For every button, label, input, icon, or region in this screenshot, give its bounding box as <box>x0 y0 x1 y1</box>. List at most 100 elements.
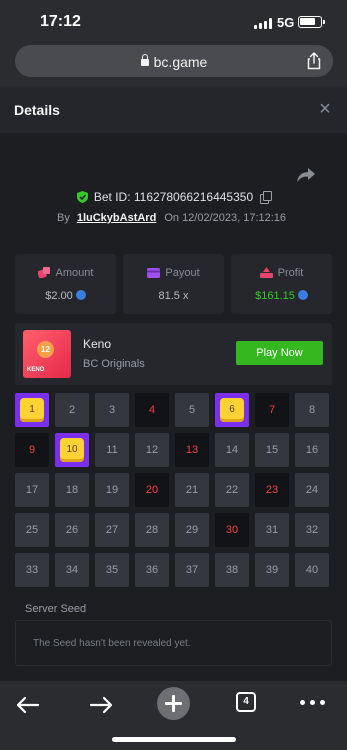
keno-tile-28: 28 <box>135 513 169 547</box>
keno-tile-26: 26 <box>55 513 89 547</box>
keno-tile-12: 12 <box>135 433 169 467</box>
keno-tile-number: 4 <box>148 404 156 416</box>
network-type: 5G <box>277 15 295 30</box>
keno-tile-number: 15 <box>265 444 279 456</box>
keno-tile-20: 20 <box>135 473 169 507</box>
amount-label: Amount <box>55 267 94 279</box>
keno-tile-number: 36 <box>145 564 159 576</box>
keno-tile-number: 20 <box>145 484 159 496</box>
bet-id: Bet ID: 116278066216445350 <box>93 190 254 204</box>
battery-icon <box>298 16 325 28</box>
thumb-ball: 12 <box>37 341 54 358</box>
keno-tile-number: 13 <box>185 444 199 456</box>
keno-tile-number: 25 <box>25 524 39 536</box>
amount-value: $2.00 <box>45 290 73 302</box>
copy-icon[interactable] <box>260 191 273 204</box>
keno-tile-number: 19 <box>105 484 119 496</box>
forward-arrow-icon[interactable] <box>85 689 117 721</box>
keno-tile-number: 21 <box>185 484 199 496</box>
keno-tile-number: 18 <box>65 484 79 496</box>
game-name: Keno <box>83 337 112 351</box>
keno-tile-number: 30 <box>225 524 239 536</box>
bet-id-row: Bet ID: 116278066216445350 <box>0 190 347 204</box>
modal-header: Details × <box>0 86 347 133</box>
profit-label: Profit <box>277 267 304 279</box>
keno-tile-1: 1 <box>15 393 49 427</box>
bet-details-content: Bet ID: 116278066216445350 By 1luCkybAstA… <box>0 133 347 681</box>
server-seed-box: The Seed hasn't been revealed yet. <box>15 620 332 666</box>
keno-tile-31: 31 <box>255 513 289 547</box>
keno-tile-number: 5 <box>188 404 196 416</box>
tabs-count-button[interactable]: 4 <box>236 692 256 712</box>
status-time: 17:12 <box>40 13 81 30</box>
url-display[interactable]: bc.game <box>15 54 333 70</box>
keno-tile-number: 40 <box>305 564 319 576</box>
keno-tile-number: 33 <box>25 564 39 576</box>
signal-icon <box>254 18 272 29</box>
share-icon[interactable] <box>305 52 323 70</box>
keno-tile-3: 3 <box>95 393 129 427</box>
keno-tile-22: 22 <box>215 473 249 507</box>
play-now-button[interactable]: Play Now <box>236 341 323 365</box>
keno-tile-number: 2 <box>68 404 76 416</box>
browser-toolbar: 4 <box>0 681 347 750</box>
player-username-link[interactable]: 1luCkybAstArd <box>77 212 156 224</box>
keno-tile-24: 24 <box>295 473 329 507</box>
keno-tile-32: 32 <box>295 513 329 547</box>
server-seed-text: The Seed hasn't been revealed yet. <box>33 638 191 649</box>
by-label: By <box>57 212 70 224</box>
keno-tile-number: 9 <box>28 444 36 456</box>
keno-hit-gem-icon: 1 <box>20 398 44 422</box>
keno-tile-8: 8 <box>295 393 329 427</box>
keno-tile-number: 23 <box>265 484 279 496</box>
keno-tile-number: 29 <box>185 524 199 536</box>
keno-tile-30: 30 <box>215 513 249 547</box>
keno-tile-number: 24 <box>305 484 319 496</box>
keno-tile-6: 6 <box>215 393 249 427</box>
keno-tile-7: 7 <box>255 393 289 427</box>
keno-tile-number: 26 <box>65 524 79 536</box>
keno-tile-number: 7 <box>268 404 276 416</box>
bet-stats: Amount $2.00 Payout 81.5 x Profit $161.1… <box>15 254 332 314</box>
keno-tile-19: 19 <box>95 473 129 507</box>
keno-tile-4: 4 <box>135 393 169 427</box>
share-arrow-icon[interactable] <box>297 168 315 182</box>
on-label: On <box>164 212 179 224</box>
payout-label: Payout <box>165 267 200 279</box>
keno-tile-number: 27 <box>105 524 119 536</box>
new-tab-plus-icon[interactable] <box>157 687 190 720</box>
keno-tile-27: 27 <box>95 513 129 547</box>
coin-icon <box>297 290 308 300</box>
more-options-icon[interactable] <box>300 700 326 706</box>
back-arrow-icon[interactable] <box>12 689 44 721</box>
profit-icon <box>259 267 273 278</box>
amount-icon <box>36 267 50 279</box>
keno-tile-number: 10 <box>66 444 78 455</box>
close-icon[interactable]: × <box>317 99 333 119</box>
keno-tile-number: 3 <box>108 404 116 416</box>
keno-tile-25: 25 <box>15 513 49 547</box>
keno-tile-number: 14 <box>225 444 239 456</box>
keno-tile-number: 38 <box>225 564 239 576</box>
keno-tile-number: 35 <box>105 564 119 576</box>
keno-tile-35: 35 <box>95 553 129 587</box>
keno-tile-number: 16 <box>305 444 319 456</box>
keno-hit-gem-icon: 6 <box>220 398 244 422</box>
keno-tile-15: 15 <box>255 433 289 467</box>
game-provider: BC Originals <box>83 358 145 370</box>
keno-tile-number: 28 <box>145 524 159 536</box>
bet-datetime: 12/02/2023, 17:12:16 <box>182 212 287 224</box>
bet-meta-row: By 1luCkybAstArd On 12/02/2023, 17:12:16 <box>57 212 286 224</box>
keno-tile-10: 10 <box>55 433 89 467</box>
server-seed-label: Server Seed <box>25 603 87 615</box>
address-bar[interactable]: bc.game <box>15 45 333 77</box>
keno-tile-18: 18 <box>55 473 89 507</box>
keno-tile-13: 13 <box>175 433 209 467</box>
stat-payout: Payout 81.5 x <box>123 254 224 314</box>
coin-icon <box>75 290 86 300</box>
url-text: bc.game <box>153 54 208 70</box>
home-indicator <box>112 737 236 742</box>
keno-tile-number: 32 <box>305 524 319 536</box>
keno-tile-29: 29 <box>175 513 209 547</box>
keno-thumbnail[interactable]: 12 KENO <box>23 330 71 378</box>
